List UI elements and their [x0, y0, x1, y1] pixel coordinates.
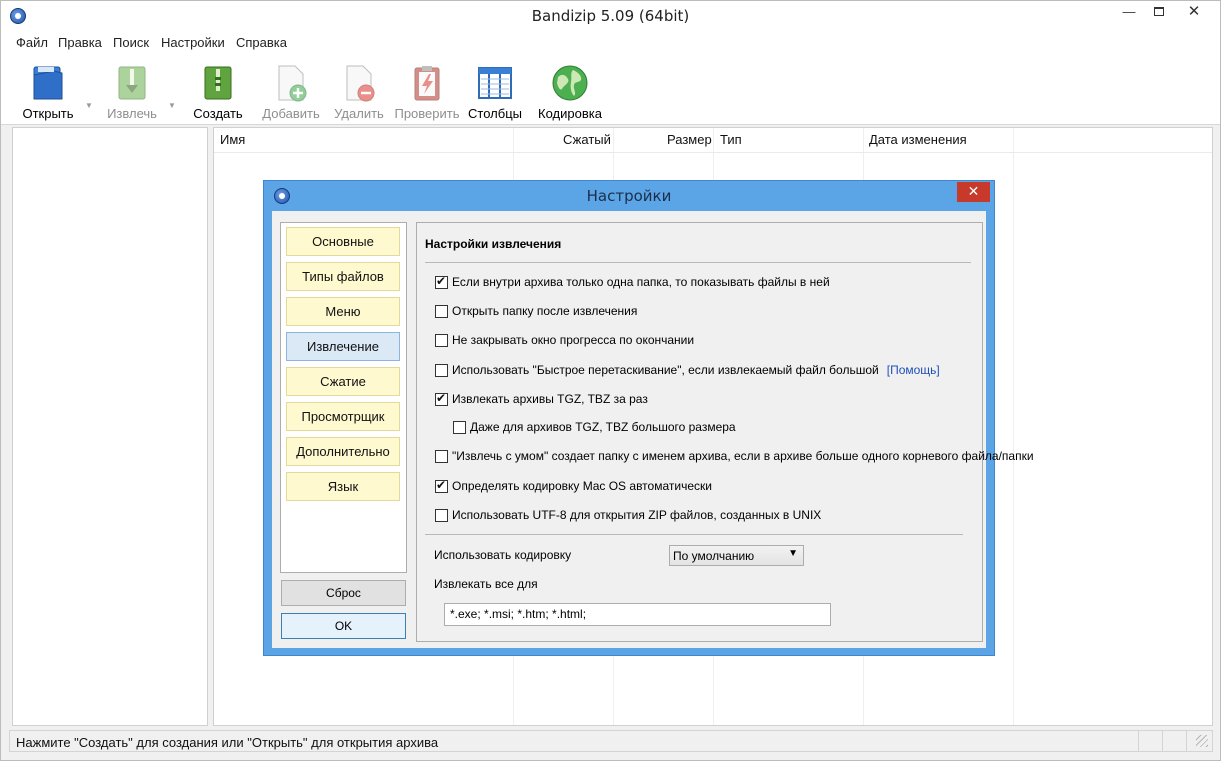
- nav-item-viewer[interactable]: Просмотрщик: [286, 402, 400, 431]
- checkbox[interactable]: [435, 509, 448, 522]
- encoding-select[interactable]: По умолчанию ▼: [669, 545, 804, 566]
- checkbox[interactable]: [435, 274, 448, 289]
- dialog-body: Основные Типы файлов Меню Извлечение Сжа…: [272, 211, 1034, 648]
- nav-item-advanced[interactable]: Дополнительно: [286, 437, 400, 466]
- dialog-close-button[interactable]: ✕: [957, 182, 990, 202]
- divider: [425, 534, 963, 535]
- checkbox[interactable]: [435, 450, 448, 463]
- option-label: Даже для архивов TGZ, TBZ большого разме…: [470, 420, 736, 434]
- add-file-icon: [278, 65, 307, 102]
- status-cell: [1162, 731, 1186, 751]
- delete-file-icon: [346, 65, 375, 102]
- reset-button[interactable]: Сброс: [281, 580, 406, 606]
- columns-button[interactable]: Столбцы: [460, 61, 530, 123]
- nav-item-language[interactable]: Язык: [286, 472, 400, 501]
- minimize-button[interactable]: —: [1114, 1, 1144, 23]
- columns-label: Столбцы: [468, 106, 522, 121]
- folder-tree-pane[interactable]: [12, 127, 208, 726]
- encoding-button[interactable]: Кодировка: [535, 61, 605, 123]
- ok-button[interactable]: OK: [281, 613, 406, 639]
- column-modified[interactable]: Дата изменения: [869, 128, 967, 152]
- settings-nav-list: Основные Типы файлов Меню Извлечение Сжа…: [280, 222, 407, 573]
- menu-file[interactable]: Файл: [16, 35, 48, 50]
- option-label: "Извлечь с умом" создает папку с именем …: [452, 449, 1034, 463]
- checkbox[interactable]: [453, 421, 466, 434]
- column-divider: [1013, 128, 1014, 725]
- checkbox[interactable]: [435, 391, 448, 406]
- nav-item-general[interactable]: Основные: [286, 227, 400, 256]
- extract-label: Извлечь: [107, 106, 157, 121]
- option-label: Использовать UTF-8 для открытия ZIP файл…: [452, 508, 822, 522]
- encoding-value: По умолчанию: [673, 549, 755, 563]
- chevron-down-icon: ▼: [788, 548, 798, 559]
- window-title: Bandizip 5.09 (64bit): [531, 7, 690, 25]
- open-button[interactable]: Открыть: [13, 61, 83, 123]
- option-label: Открыть папку после извлечения: [452, 304, 638, 318]
- encoding-label: Кодировка: [538, 106, 602, 121]
- help-link[interactable]: [Помощь]: [887, 363, 940, 377]
- create-button[interactable]: Создать: [183, 61, 253, 123]
- panel-title: Настройки извлечения: [425, 237, 562, 251]
- columns-icon: [478, 67, 512, 99]
- create-label: Создать: [193, 106, 243, 121]
- test-archive-icon: [414, 66, 440, 101]
- extract-button[interactable]: Извлечь: [97, 61, 167, 123]
- dialog-title: Настройки: [586, 187, 672, 205]
- column-size[interactable]: Размер: [667, 128, 712, 152]
- open-label: Открыть: [22, 106, 74, 121]
- extract-all-input[interactable]: *.exe; *.msi; *.htm; *.html;: [444, 603, 831, 626]
- column-type[interactable]: Тип: [720, 128, 742, 152]
- menu-settings[interactable]: Настройки: [161, 35, 225, 50]
- checkbox[interactable]: [435, 364, 448, 377]
- nav-item-file-types[interactable]: Типы файлов: [286, 262, 400, 291]
- menu-help[interactable]: Справка: [236, 35, 287, 50]
- option-label: Использовать "Быстрое перетаскивание", е…: [452, 363, 940, 377]
- option-label: Извлекать архивы TGZ, TBZ за раз: [452, 392, 648, 406]
- status-bar: Нажмите "Создать" для создания или "Откр…: [9, 730, 1213, 752]
- option-label: Если внутри архива только одна папка, то…: [452, 275, 830, 289]
- status-cell: [1138, 731, 1162, 751]
- option-label: Определять кодировку Mac OS автоматическ…: [452, 479, 712, 493]
- toolbar: Открыть ▼ Извлечь ▼ Создать Добавить Уда…: [1, 53, 1220, 125]
- menu-search[interactable]: Поиск: [113, 35, 149, 50]
- test-button[interactable]: Проверить: [392, 61, 462, 123]
- option-label: Не закрывать окно прогресса по окончании: [452, 333, 695, 347]
- column-name[interactable]: Имя: [220, 128, 245, 152]
- option-label-text: Использовать "Быстрое перетаскивание", е…: [452, 363, 879, 377]
- extract-icon: [118, 66, 146, 100]
- status-text: Нажмите "Создать" для создания или "Откр…: [16, 735, 439, 750]
- checkbox[interactable]: [435, 478, 448, 493]
- nav-item-extraction[interactable]: Извлечение: [286, 332, 400, 361]
- encoding-label: Использовать кодировку: [434, 548, 572, 562]
- title-bar: Bandizip 5.09 (64bit) — ✕: [1, 1, 1220, 31]
- checkbox[interactable]: [435, 305, 448, 318]
- globe-icon: [552, 65, 588, 101]
- menu-edit[interactable]: Правка: [58, 35, 102, 50]
- extraction-settings-panel: Настройки извлечения Если внутри архива …: [416, 222, 1034, 642]
- column-compressed[interactable]: Сжатый: [563, 128, 611, 152]
- checkbox[interactable]: [435, 334, 448, 347]
- open-archive-icon: [33, 66, 63, 100]
- maximize-button[interactable]: [1144, 1, 1174, 23]
- close-button[interactable]: ✕: [1174, 1, 1214, 23]
- maximize-icon: [1154, 7, 1164, 16]
- delete-button[interactable]: Удалить: [324, 61, 394, 123]
- create-archive-icon: [204, 66, 232, 100]
- divider: [425, 262, 971, 263]
- add-button[interactable]: Добавить: [256, 61, 326, 123]
- nav-item-compression[interactable]: Сжатие: [286, 367, 400, 396]
- header-separator: [214, 152, 1212, 153]
- resize-grip-icon[interactable]: [1196, 735, 1208, 747]
- nav-item-menu[interactable]: Меню: [286, 297, 400, 326]
- extract-all-label: Извлекать все для: [434, 577, 538, 591]
- menu-bar: Файл Правка Поиск Настройки Справка: [1, 31, 1220, 53]
- extract-dropdown-arrow-icon[interactable]: ▼: [168, 101, 176, 110]
- settings-dialog: Настройки ✕ Основные Типы файлов Меню Из…: [263, 180, 1034, 656]
